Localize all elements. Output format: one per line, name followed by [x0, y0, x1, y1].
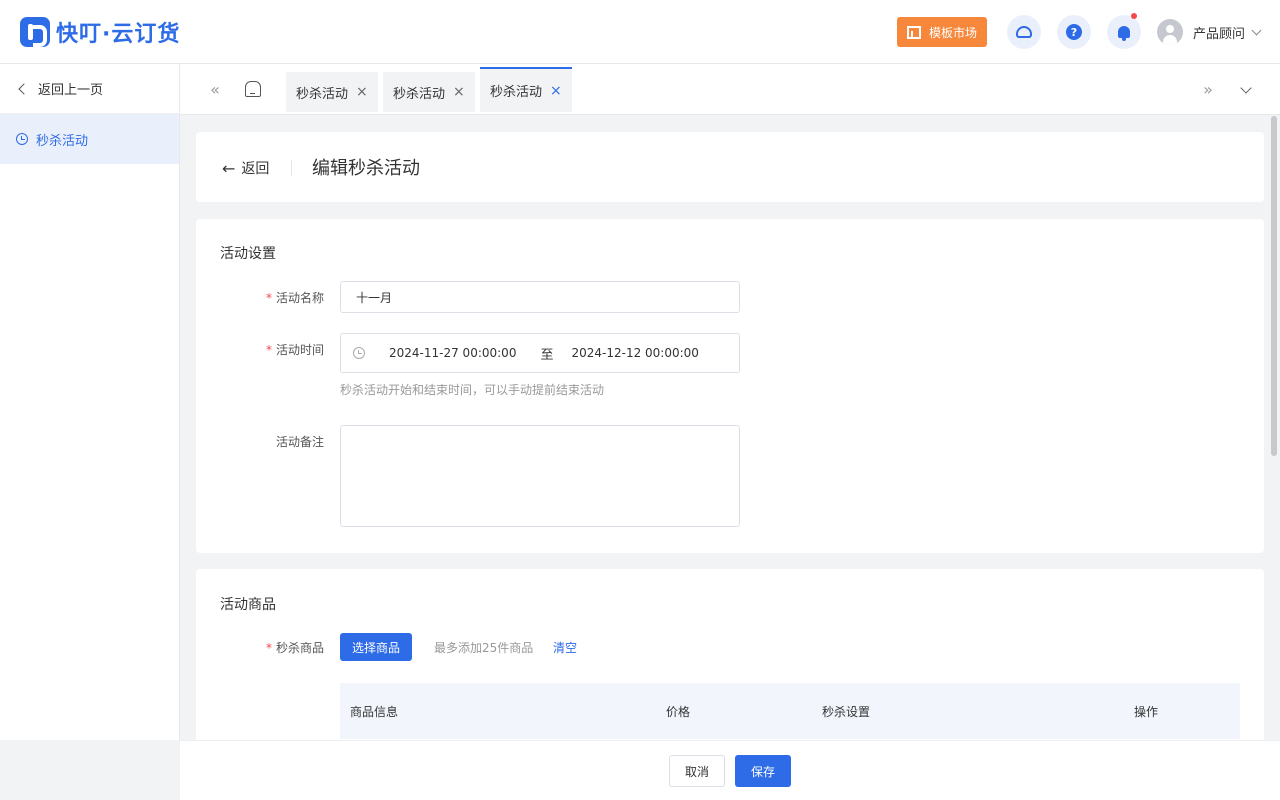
tab-flash-sale-1[interactable]: 秒杀活动 × [286, 72, 378, 112]
column-header: 商品信息 [350, 705, 399, 719]
activity-name-label: * 活动名称 [196, 289, 324, 306]
logo-icon [20, 16, 50, 47]
column-header: 价格 [666, 705, 691, 719]
page-title: 编辑秒杀活动 [312, 158, 420, 179]
activity-products-card: 活动商品 * 秒杀商品 选择商品 最多添加25件商品 清空 商品信息 价格 秒杀设… [196, 569, 1264, 769]
activity-time-label: * 活动时间 [196, 341, 324, 358]
template-market-label: 模板市场 [928, 25, 977, 40]
save-button[interactable]: 保存 [735, 755, 791, 787]
clear-products-link[interactable]: 清空 [553, 639, 577, 656]
flash-sale-products-label: * 秒杀商品 [196, 639, 324, 656]
notification-dot [1130, 13, 1137, 19]
app-logo[interactable]: 快叮·云订货 [20, 16, 180, 48]
bell-icon [1117, 26, 1130, 41]
divider [291, 160, 292, 176]
tab-label: 秒杀活动 [393, 86, 446, 102]
template-icon [906, 25, 921, 39]
range-separator: 至 [540, 347, 554, 363]
logo-text: 快叮·云订货 [56, 21, 181, 47]
page-header-card: ← 返回 编辑秒杀活动 [196, 132, 1264, 202]
chevron-left-icon [18, 82, 30, 95]
tabs-scroll-right-icon[interactable]: » [1193, 64, 1223, 115]
tab-flash-sale-2[interactable]: 秒杀活动 × [383, 72, 475, 112]
activity-name-label-text: 活动名称 [275, 291, 324, 305]
end-time-value[interactable]: 2024-12-12 00:00:00 [571, 346, 698, 360]
help-icon: ? [1065, 24, 1082, 40]
tab-bar: « 秒杀活动 × 秒杀活动 × 秒杀活动 × » [180, 64, 1280, 115]
products-table-header: 商品信息 价格 秒杀设置 操作 [340, 683, 1240, 739]
tab-flash-sale-3[interactable]: 秒杀活动 × [480, 67, 572, 112]
user-name[interactable]: 产品顾问 [1193, 23, 1245, 42]
activity-settings-card: 活动设置 * 活动名称 十一月 * 活动时间 2024-11-27 00:00:00… [196, 219, 1264, 553]
section-title: 活动商品 [220, 597, 276, 613]
select-products-button[interactable]: 选择商品 [340, 633, 413, 661]
sidebar-item-label: 秒杀活动 [36, 133, 89, 149]
avatar[interactable] [1156, 19, 1183, 45]
activity-remark-label: 活动备注 [275, 435, 324, 449]
required-mark: * [265, 343, 272, 357]
required-mark: * [265, 641, 272, 655]
close-icon[interactable]: × [453, 84, 465, 100]
back-label: 返回 [241, 161, 270, 177]
arrow-left-icon: ← [222, 158, 236, 178]
template-market-button[interactable]: 模板市场 [896, 17, 987, 47]
section-title: 活动设置 [220, 246, 276, 262]
clock-icon [353, 347, 365, 359]
scrollbar[interactable] [1271, 116, 1277, 456]
notifications-button[interactable] [1106, 13, 1141, 49]
clock-icon [16, 133, 28, 145]
back-to-previous-link[interactable]: 返回上一页 [0, 64, 179, 114]
tab-label: 秒杀活动 [490, 85, 543, 100]
tab-label: 秒杀活动 [296, 86, 349, 102]
start-time-value[interactable]: 2024-11-27 00:00:00 [389, 346, 516, 360]
help-button[interactable]: ? [1056, 15, 1091, 49]
back-to-previous-label: 返回上一页 [38, 83, 104, 98]
footer-actions: 取消 保存 [180, 740, 1280, 800]
activity-remark-textarea[interactable] [340, 425, 740, 527]
tabs-menu-chevron-icon[interactable] [1240, 82, 1252, 94]
home-icon[interactable] [245, 81, 261, 97]
close-icon[interactable]: × [356, 84, 368, 100]
header-actions: 模板市场 ? 产品顾问 [896, 0, 1262, 64]
sidebar: 返回上一页 秒杀活动 [0, 64, 180, 740]
activity-name-value: 十一月 [356, 290, 393, 305]
tabs-scroll-left-icon[interactable]: « [200, 64, 230, 115]
flash-sale-products-label-text: 秒杀商品 [275, 641, 324, 655]
cancel-button[interactable]: 取消 [669, 755, 725, 787]
sidebar-item-flash-sale[interactable]: 秒杀活动 [0, 114, 179, 164]
column-header: 秒杀设置 [822, 705, 871, 719]
activity-name-input[interactable]: 十一月 [340, 281, 740, 313]
customer-service-button[interactable] [1006, 15, 1041, 49]
column-header: 操作 [1134, 705, 1159, 719]
chevron-down-icon[interactable] [1251, 25, 1262, 35]
product-limit-hint: 最多添加25件商品 [434, 641, 534, 655]
back-button[interactable]: ← 返回 [222, 158, 269, 178]
time-hint: 秒杀活动开始和结束时间，可以手动提前结束活动 [340, 383, 605, 397]
required-mark: * [265, 291, 272, 305]
top-header: 快叮·云订货 模板市场 ? 产品顾问 [0, 0, 1280, 64]
headset-icon [1015, 26, 1032, 38]
activity-time-range-picker[interactable]: 2024-11-27 00:00:00 至 2024-12-12 00:00:0… [340, 333, 740, 373]
activity-time-label-text: 活动时间 [275, 343, 324, 357]
close-icon[interactable]: × [550, 83, 562, 99]
